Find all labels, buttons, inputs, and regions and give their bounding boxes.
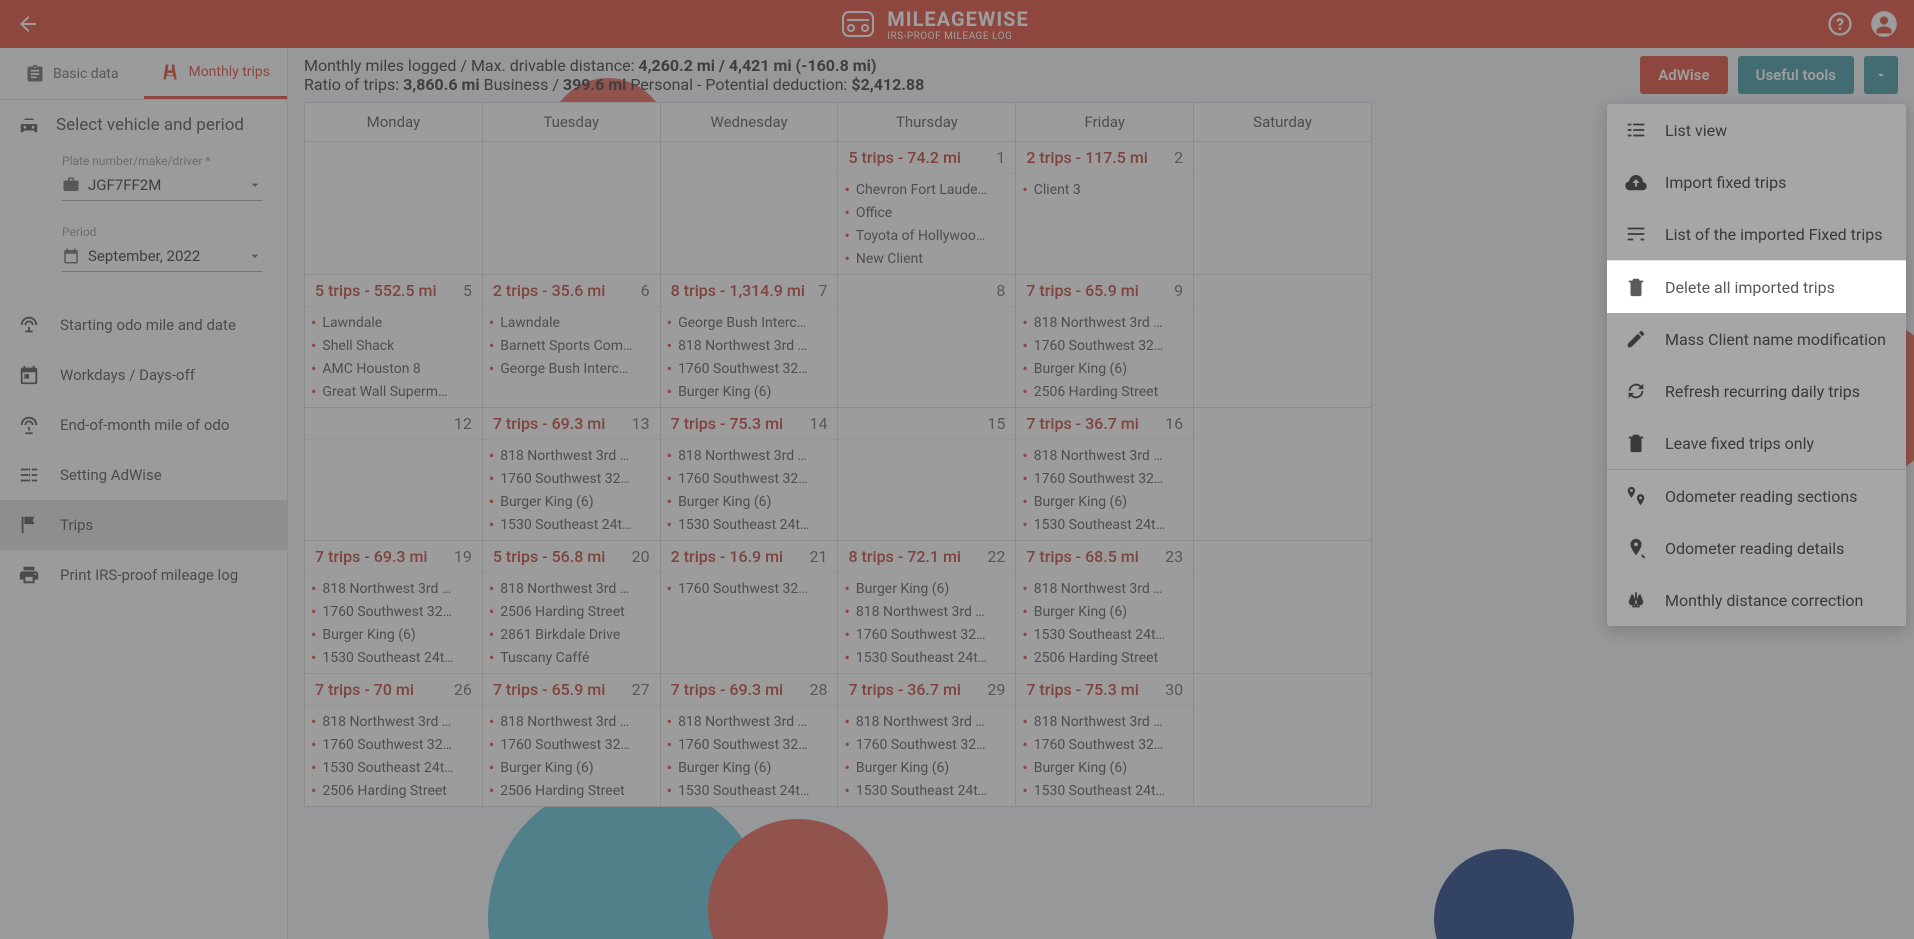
menu-item-monthly-distance-correction[interactable]: Monthly distance correction [1607,574,1906,626]
menu-item-leave-fixed-trips-only[interactable]: Leave fixed trips only [1607,417,1906,469]
menu-item-label: Odometer reading sections [1665,487,1857,506]
menu-item-mass-client-name-modification[interactable]: Mass Client name modification [1607,313,1906,365]
trash-icon [1625,276,1647,298]
menu-item-label: Refresh recurring daily trips [1665,382,1860,401]
markers-icon [1625,485,1647,507]
cloud-up-icon [1625,171,1647,193]
menu-item-refresh-recurring-daily-trips[interactable]: Refresh recurring daily trips [1607,365,1906,417]
menu-item-list-view[interactable]: List view [1607,104,1906,156]
menu-item-label: Mass Client name modification [1665,330,1886,349]
useful-tools-menu: List view Import fixed trips List of the i… [1607,104,1906,626]
menu-item-label: Leave fixed trips only [1665,434,1814,453]
list-icon [1625,119,1647,141]
edit-icon [1625,328,1647,350]
tune-icon [1625,223,1647,245]
menu-item-delete-all-imported-trips[interactable]: Delete all imported trips [1607,260,1906,313]
menu-item-list-of-the-imported-fixed-trips[interactable]: List of the imported Fixed trips [1607,208,1906,260]
menu-item-label: List of the imported Fixed trips [1665,225,1882,244]
search-marker-icon [1625,537,1647,559]
menu-item-odometer-reading-sections[interactable]: Odometer reading sections [1607,469,1906,522]
menu-item-label: Delete all imported trips [1665,278,1835,297]
menu-item-odometer-reading-details[interactable]: Odometer reading details [1607,522,1906,574]
menu-item-label: Odometer reading details [1665,539,1844,558]
menu-item-import-fixed-trips[interactable]: Import fixed trips [1607,156,1906,208]
balance-icon [1625,589,1647,611]
trash-icon [1625,432,1647,454]
menu-item-label: List view [1665,121,1727,140]
refresh-icon [1625,380,1647,402]
menu-item-label: Monthly distance correction [1665,591,1863,610]
menu-item-label: Import fixed trips [1665,173,1786,192]
